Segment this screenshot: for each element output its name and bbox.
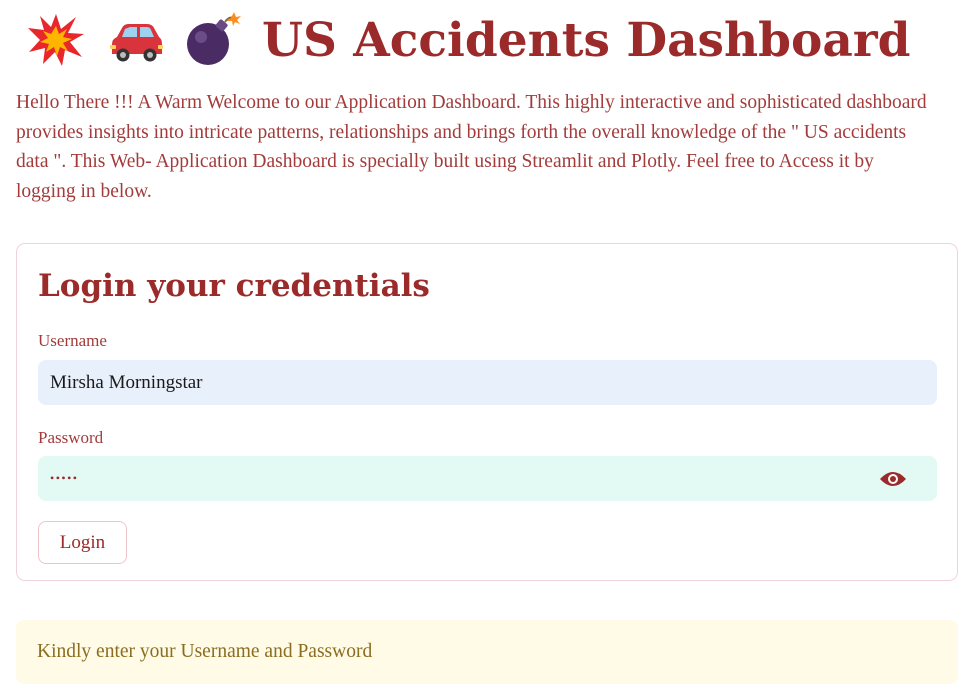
form-title: Login your credentials bbox=[38, 268, 430, 304]
header: US Accidents Dashboard bbox=[26, 8, 910, 72]
eye-icon[interactable] bbox=[879, 469, 907, 489]
red-car-icon bbox=[104, 12, 164, 68]
password-label: Password bbox=[38, 428, 104, 447]
bomb-icon bbox=[182, 12, 242, 68]
username-value: Mirsha Morningstar bbox=[50, 371, 203, 393]
intro-paragraph: Hello There !!! A Warm Welcome to our Ap… bbox=[16, 92, 927, 202]
collision-icon bbox=[26, 12, 86, 68]
username-label: Username bbox=[38, 331, 107, 350]
app-page: US Accidents Dashboard Hello There !!! A… bbox=[0, 0, 971, 693]
password-input[interactable]: ••••• bbox=[38, 456, 937, 501]
username-input[interactable]: Mirsha Morningstar bbox=[38, 360, 937, 405]
page-title: US Accidents Dashboard bbox=[262, 12, 911, 68]
password-value: ••••• bbox=[50, 471, 79, 485]
info-alert: Kindly enter your Username and Password bbox=[16, 620, 958, 684]
login-button[interactable]: Login bbox=[38, 521, 127, 564]
login-form: Login your credentials Username Mirsha M… bbox=[16, 243, 958, 581]
alert-message: Kindly enter your Username and Password bbox=[37, 641, 373, 662]
